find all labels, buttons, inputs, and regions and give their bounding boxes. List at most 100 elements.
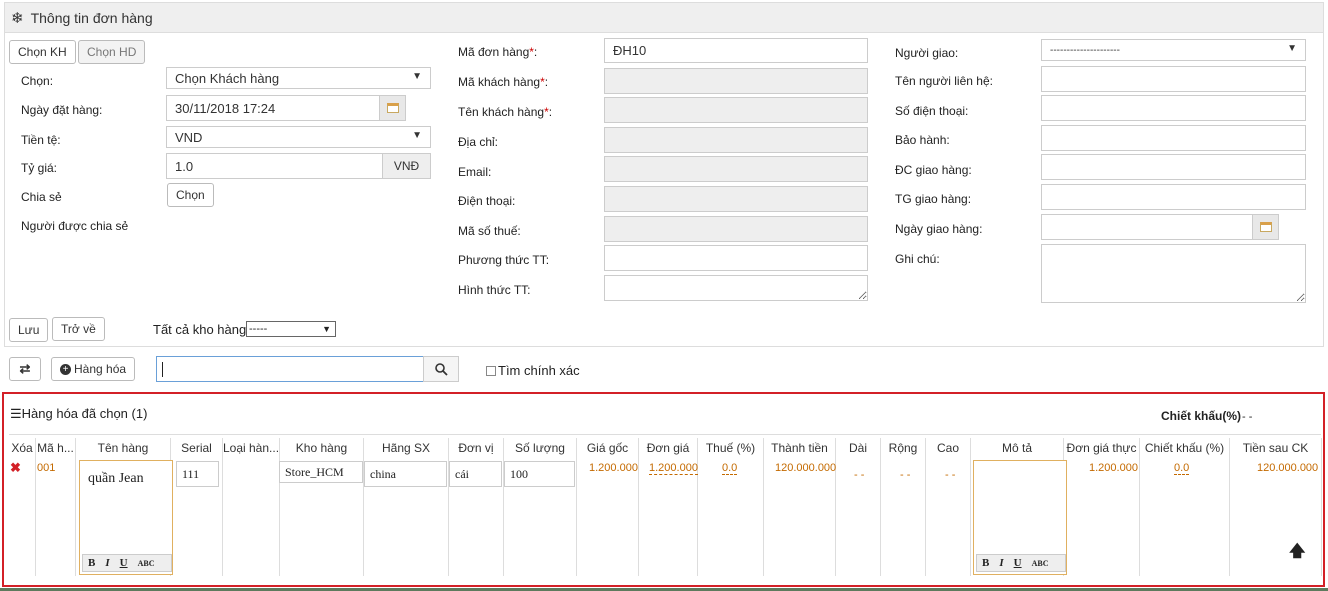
phuong-thuc-tt-input[interactable]	[604, 245, 868, 271]
ma-don-hang-input[interactable]: ĐH10	[604, 38, 868, 63]
column-header[interactable]: Mô tả	[971, 438, 1064, 458]
cao-cell[interactable]: - -	[945, 469, 955, 481]
so-luong-input[interactable]: 100	[504, 461, 575, 487]
scroll-top-icon[interactable]: 🡅	[1289, 540, 1305, 567]
underline-icon[interactable]: U	[1014, 557, 1022, 569]
chiet-khau-cell[interactable]: 0.0	[1174, 462, 1190, 475]
column-header[interactable]: Số lượng	[504, 438, 577, 458]
tien-te-label: Tiền tệ:	[21, 133, 61, 147]
tg-giao-hang-input[interactable]	[1041, 184, 1306, 210]
italic-icon[interactable]: I	[105, 557, 109, 569]
delete-icon[interactable]: ✖	[10, 460, 21, 476]
ma-so-thue-input[interactable]	[604, 216, 868, 242]
calendar-icon[interactable]	[379, 96, 405, 120]
strikethrough-icon[interactable]: ABC	[1032, 559, 1049, 568]
luu-button[interactable]: Lưu	[9, 318, 49, 342]
hinh-thuc-tt-textarea[interactable]	[604, 275, 868, 301]
ty-gia-input[interactable]: 1.0 VNĐ	[166, 153, 431, 179]
column-divider	[1140, 458, 1230, 576]
bold-icon[interactable]: B	[88, 557, 95, 569]
column-header[interactable]: Xóa	[9, 438, 36, 458]
dc-giao-hang-input[interactable]	[1041, 154, 1306, 180]
chon-select[interactable]: Chọn Khách hàng ▼	[166, 67, 431, 89]
tro-ve-button[interactable]: Trở về	[52, 317, 105, 341]
column-header[interactable]: Đơn giá thực	[1064, 438, 1140, 458]
product-search-input[interactable]	[156, 356, 424, 382]
so-dien-thoai-input[interactable]	[1041, 95, 1306, 121]
column-header[interactable]: Giá gốc	[577, 438, 639, 458]
don-vi-input[interactable]: cái	[449, 461, 502, 487]
column-header[interactable]: Chiết khấu (%)	[1140, 438, 1230, 458]
menu-icon: ☰	[10, 406, 22, 421]
kho-hang-select[interactable]: ----- ▼	[246, 321, 336, 337]
chiet-khau-value[interactable]: - -	[1242, 411, 1252, 423]
dia-chi-input[interactable]	[604, 127, 868, 153]
column-header[interactable]: Tiền sau CK	[1230, 438, 1322, 458]
dien-thoai-input[interactable]	[604, 186, 868, 212]
calendar-icon[interactable]	[1252, 215, 1278, 239]
italic-icon[interactable]: I	[999, 557, 1003, 569]
strikethrough-icon[interactable]: ABC	[138, 559, 155, 568]
gia-goc-cell: 1.200.000	[589, 462, 638, 474]
serial-input[interactable]: 111	[176, 461, 219, 487]
dien-thoai-label: Điện thoại:	[458, 194, 516, 208]
underline-icon[interactable]: U	[120, 557, 128, 569]
plus-circle-icon: +	[60, 363, 71, 375]
column-header[interactable]: Hãng SX	[364, 438, 449, 458]
nguoi-giao-select[interactable]: --------------------- ▼	[1041, 39, 1306, 61]
ten-khach-hang-input[interactable]	[604, 97, 868, 123]
kho-hang-label: Tất cả kho hàng	[153, 322, 247, 337]
dia-chi-label: Địa chỉ:	[458, 135, 499, 149]
mo-ta-editor[interactable]: B I U ABC	[973, 460, 1067, 575]
column-divider	[639, 458, 698, 576]
column-header[interactable]: Tên hàng	[76, 438, 171, 458]
ten-hang-editor[interactable]: quần Jean B I U ABC	[79, 460, 173, 575]
ghi-chu-textarea[interactable]	[1041, 244, 1306, 303]
tim-chinh-xac-checkbox[interactable]: Tìm chính xác	[486, 363, 580, 378]
hang-sx-input[interactable]: china	[364, 461, 447, 487]
rong-cell[interactable]: - -	[900, 469, 910, 481]
editor-toolbar: B I U ABC	[976, 554, 1066, 572]
bao-hanh-input[interactable]	[1041, 125, 1306, 151]
search-button[interactable]	[423, 356, 459, 382]
column-divider	[1064, 458, 1140, 576]
kho-hang-select-row[interactable]: Store_HCM	[279, 461, 363, 483]
ten-khach-hang-label: Tên khách hàng*:	[458, 105, 553, 119]
nguoi-giao-label: Người giao:	[895, 46, 959, 60]
tien-te-select[interactable]: VND ▼	[166, 126, 431, 148]
nguoi-giao-value: ---------------------	[1050, 44, 1120, 56]
ma-khach-hang-input[interactable]	[604, 68, 868, 94]
email-input[interactable]	[604, 156, 868, 182]
column-header[interactable]: Đơn giá	[639, 438, 698, 458]
ngay-dat-hang-input[interactable]: 30/11/2018 17:24	[166, 95, 406, 121]
chon-kh-button[interactable]: Chọn KH	[9, 40, 76, 64]
column-header[interactable]: Đơn vị	[449, 438, 504, 458]
chia-se-chon-button[interactable]: Chọn	[167, 183, 214, 207]
thue-cell[interactable]: 0.0	[722, 462, 738, 475]
column-header[interactable]: Thành tiền	[764, 438, 836, 458]
ty-gia-unit: VNĐ	[382, 154, 430, 178]
ngay-giao-hang-input[interactable]	[1041, 214, 1279, 240]
tg-giao-hang-label: TG giao hàng:	[895, 192, 972, 206]
chia-se-label: Chia sẻ	[21, 190, 62, 204]
column-header[interactable]: Kho hàng	[280, 438, 364, 458]
ten-nguoi-lien-he-input[interactable]	[1041, 66, 1306, 92]
ma-don-hang-value: ĐH10	[613, 43, 647, 58]
add-hang-hoa-button[interactable]: + Hàng hóa	[51, 357, 136, 381]
column-divider	[36, 458, 76, 576]
column-header[interactable]: Loại hàn...	[223, 438, 280, 458]
refresh-button[interactable]: ⇄	[9, 357, 41, 381]
column-header[interactable]: Rộng	[881, 438, 926, 458]
caret-down-icon: ▼	[412, 130, 422, 141]
column-divider	[698, 458, 764, 576]
column-header[interactable]: Dài	[836, 438, 881, 458]
column-header[interactable]: Thuế (%)	[698, 438, 764, 458]
checkbox-box[interactable]	[486, 365, 496, 376]
dai-cell[interactable]: - -	[854, 469, 864, 481]
chon-hd-button[interactable]: Chọn HD	[78, 40, 146, 64]
column-header[interactable]: Mã h...	[36, 438, 76, 458]
column-header[interactable]: Serial	[171, 438, 223, 458]
don-gia-cell[interactable]: 1.200.000	[649, 462, 698, 475]
bold-icon[interactable]: B	[982, 557, 989, 569]
column-header[interactable]: Cao	[926, 438, 971, 458]
